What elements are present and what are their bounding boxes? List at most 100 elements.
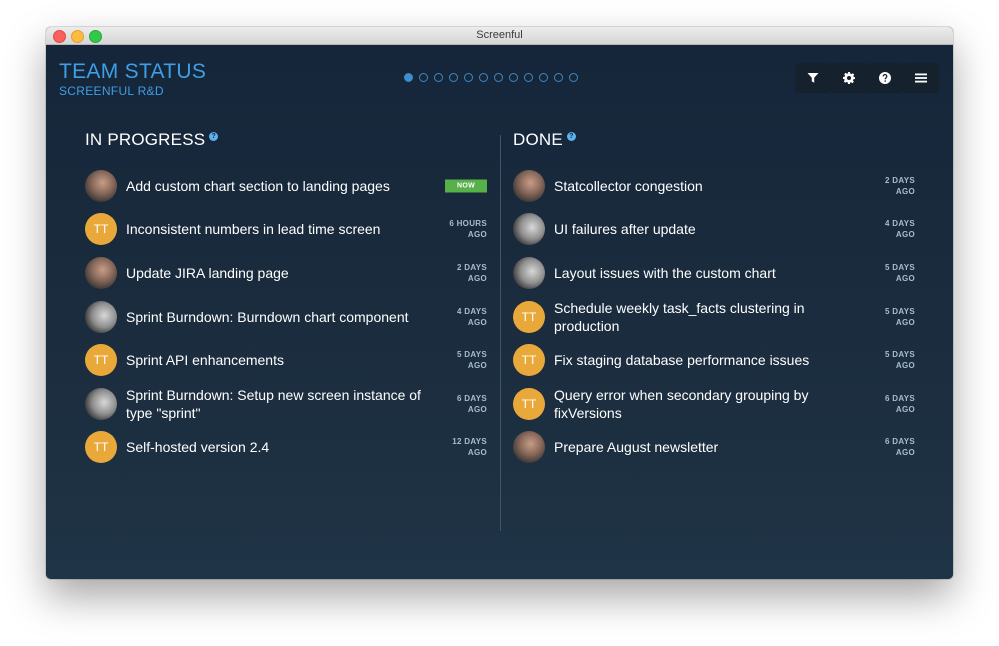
list-item[interactable]: Statcollector congestion 2 DAYS AGO	[513, 164, 915, 208]
brand: TEAM STATUS SCREENFUL R&D	[59, 60, 206, 98]
item-timestamp-suffix: AGO	[895, 273, 915, 283]
help-button[interactable]	[867, 63, 903, 93]
pager-dot[interactable]	[524, 73, 533, 82]
done-column: DONE ? Statcollector congestion 2 DAYS AGO…	[513, 130, 915, 469]
filter-icon	[807, 73, 819, 83]
list-item[interactable]: TT Query error when secondary grouping by…	[513, 382, 915, 426]
item-timestamp-suffix: AGO	[467, 361, 487, 371]
in-progress-heading: IN PROGRESS ?	[85, 130, 487, 160]
item-timestamp: 12 DAYS AGO	[452, 436, 487, 458]
item-timestamp-suffix: AGO	[467, 404, 487, 414]
filter-button[interactable]	[795, 63, 831, 93]
pager-dot[interactable]	[494, 73, 503, 82]
pager-dot[interactable]	[539, 73, 548, 82]
item-timestamp: 6 DAYS AGO	[885, 436, 915, 458]
list-item[interactable]: Add custom chart section to landing page…	[85, 164, 487, 208]
avatar	[85, 169, 117, 202]
item-timestamp-amount: 6 HOURS	[449, 219, 487, 229]
item-timestamp: 2 DAYS AGO	[457, 262, 487, 284]
now-badge: NOW	[445, 179, 487, 193]
item-timestamp: 6 HOURS AGO	[449, 218, 487, 240]
item-timestamp-suffix: AGO	[467, 448, 487, 458]
item-title: Prepare August newsletter	[554, 439, 719, 456]
app-window: Screenful TEAM STATUS SCREENFUL R&D IN P…	[46, 27, 953, 579]
item-title: Layout issues with the custom chart	[554, 264, 776, 281]
item-timestamp: 6 DAYS AGO	[457, 393, 487, 415]
avatar: TT	[513, 387, 545, 420]
item-timestamp-suffix: AGO	[895, 448, 915, 458]
settings-button[interactable]	[831, 63, 867, 93]
item-title: Query error when secondary grouping by f…	[554, 386, 809, 421]
gear-icon	[843, 72, 855, 84]
pager-dot[interactable]	[509, 73, 518, 82]
in-progress-help-icon[interactable]: ?	[209, 132, 219, 141]
list-item[interactable]: TT Inconsistent numbers in lead time scre…	[85, 208, 487, 252]
item-timestamp-amount: 6 DAYS	[885, 393, 915, 403]
list-item[interactable]: UI failures after update 4 DAYS AGO	[513, 208, 915, 252]
item-timestamp-suffix: AGO	[895, 317, 915, 327]
done-help-icon[interactable]: ?	[566, 132, 576, 141]
column-divider	[500, 135, 501, 531]
list-item[interactable]: Prepare August newsletter 6 DAYS AGO	[513, 426, 915, 470]
avatar: TT	[513, 344, 545, 377]
item-title: Sprint Burndown: Burndown chart componen…	[126, 308, 409, 325]
pager-dot[interactable]	[569, 73, 578, 82]
item-timestamp-amount: 4 DAYS	[457, 306, 487, 316]
avatar	[513, 213, 545, 246]
pager-dot[interactable]	[449, 73, 458, 82]
pager-dot[interactable]	[479, 73, 488, 82]
item-title: Inconsistent numbers in lead time screen	[126, 221, 381, 238]
item-title: Self-hosted version 2.4	[126, 439, 270, 456]
avatar: TT	[85, 213, 117, 246]
dashboard: TEAM STATUS SCREENFUL R&D IN PROGRESS ? …	[46, 45, 953, 579]
item-timestamp: 5 DAYS AGO	[885, 306, 915, 328]
item-title: Add custom chart section to landing page…	[126, 177, 390, 194]
in-progress-column: IN PROGRESS ? Add custom chart section t…	[85, 130, 487, 469]
pager-dot[interactable]	[404, 73, 413, 82]
pager-dot[interactable]	[434, 73, 443, 82]
item-title: Schedule weekly task_facts clustering in…	[554, 299, 805, 334]
list-item[interactable]: Layout issues with the custom chart 5 DAY…	[513, 251, 915, 295]
item-title: UI failures after update	[554, 221, 696, 238]
pager-dot[interactable]	[554, 73, 563, 82]
avatar	[85, 387, 117, 420]
item-timestamp-suffix: AGO	[895, 186, 915, 196]
item-timestamp-suffix: AGO	[467, 273, 487, 283]
toolbar	[795, 63, 939, 93]
item-timestamp-amount: 6 DAYS	[885, 437, 915, 447]
list-item[interactable]: TT Schedule weekly task_facts clustering …	[513, 295, 915, 339]
avatar: TT	[513, 300, 545, 333]
list-item[interactable]: TT Sprint API enhancements 5 DAYS AGO	[85, 338, 487, 382]
menu-button[interactable]	[903, 63, 939, 93]
avatar: TT	[85, 344, 117, 377]
item-timestamp: 5 DAYS AGO	[885, 349, 915, 371]
title-bar: Screenful	[46, 27, 953, 45]
list-item[interactable]: Sprint Burndown: Burndown chart componen…	[85, 295, 487, 339]
item-timestamp-amount: 2 DAYS	[457, 262, 487, 272]
item-timestamp: 2 DAYS AGO	[885, 175, 915, 197]
item-timestamp-amount: 6 DAYS	[457, 393, 487, 403]
item-timestamp-amount: 5 DAYS	[885, 350, 915, 360]
list-item[interactable]: TT Fix staging database performance issue…	[513, 338, 915, 382]
done-title: DONE	[513, 130, 563, 149]
done-heading: DONE ?	[513, 130, 915, 160]
item-timestamp: 5 DAYS AGO	[457, 349, 487, 371]
screen-pager	[404, 73, 578, 82]
avatar	[513, 431, 545, 464]
item-timestamp: 4 DAYS AGO	[457, 306, 487, 328]
pager-dot[interactable]	[419, 73, 428, 82]
hamburger-menu-icon	[915, 73, 927, 83]
item-timestamp-amount: 2 DAYS	[885, 175, 915, 185]
avatar	[85, 256, 117, 289]
item-timestamp-suffix: AGO	[895, 404, 915, 414]
pager-dot[interactable]	[464, 73, 473, 82]
item-timestamp-amount: 5 DAYS	[457, 350, 487, 360]
item-timestamp-suffix: AGO	[467, 317, 487, 327]
question-icon	[879, 72, 891, 84]
list-item[interactable]: Update JIRA landing page 2 DAYS AGO	[85, 251, 487, 295]
item-timestamp: 4 DAYS AGO	[885, 218, 915, 240]
list-item[interactable]: TT Self-hosted version 2.4 12 DAYS AGO	[85, 426, 487, 470]
avatar	[85, 300, 117, 333]
avatar	[513, 169, 545, 202]
list-item[interactable]: Sprint Burndown: Setup new screen instan…	[85, 382, 487, 426]
